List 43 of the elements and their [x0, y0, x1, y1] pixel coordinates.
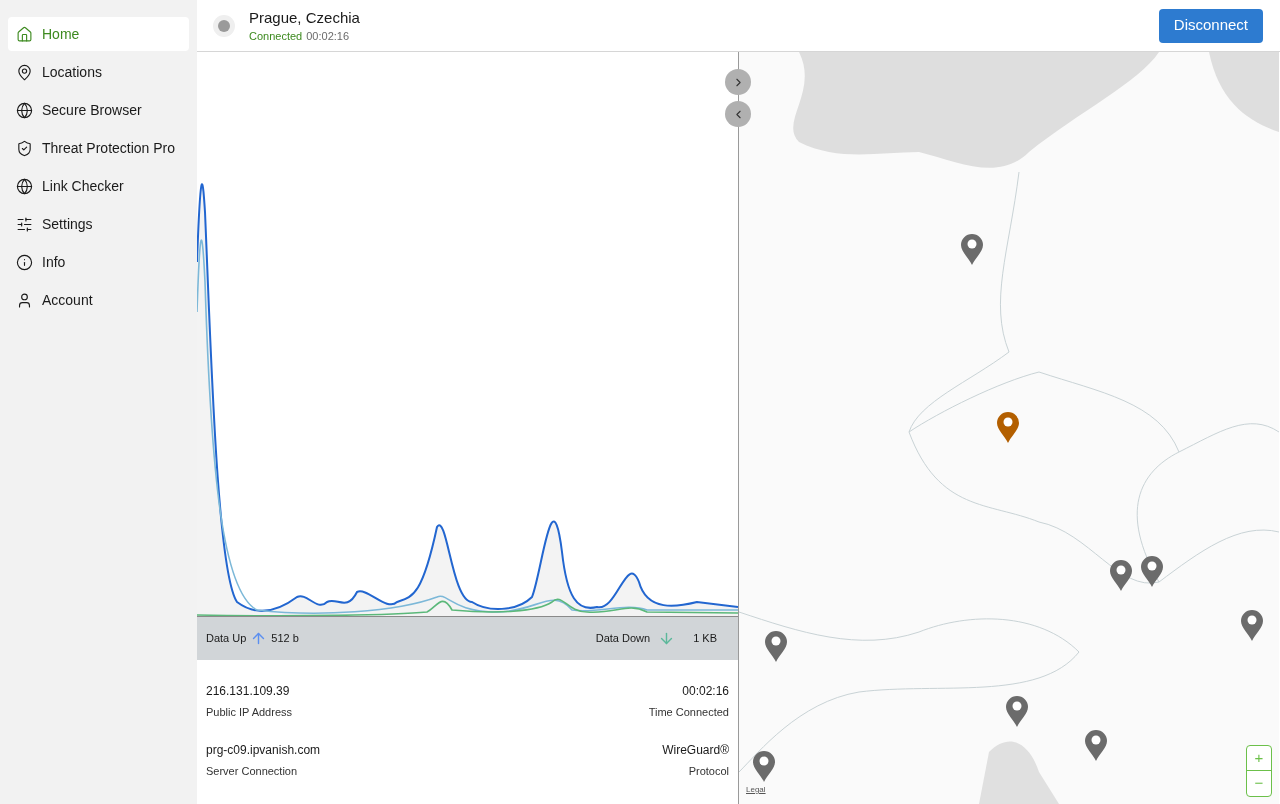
- sidebar-item[interactable]: Home: [8, 17, 189, 51]
- sidebar-item[interactable]: Info: [8, 245, 189, 279]
- globe-icon: [16, 101, 33, 119]
- detail-label: Public IP Address: [206, 705, 292, 719]
- detail-value: WireGuard®: [662, 743, 729, 758]
- map-pin-icon[interactable]: [752, 751, 776, 783]
- map-pin-icon[interactable]: [996, 412, 1020, 444]
- detail-value: prg-c09.ipvanish.com: [206, 743, 321, 758]
- sidebar-item[interactable]: Secure Browser: [8, 93, 189, 127]
- sidebar-item[interactable]: Account: [8, 283, 189, 317]
- map-pin-icon[interactable]: [1240, 610, 1264, 642]
- detail-value: 216.131.109.39: [206, 684, 290, 699]
- connection-time: 00:02:16: [306, 28, 350, 44]
- map-pin-icon[interactable]: [764, 631, 788, 663]
- location-title: Prague, Czechia: [249, 7, 360, 28]
- map-pin-icon[interactable]: [1084, 730, 1108, 762]
- map-pin-icon[interactable]: [1140, 556, 1164, 588]
- detail-label: Time Connected: [648, 705, 729, 719]
- map-pin-icon[interactable]: [1005, 696, 1029, 728]
- connection-status: Connected: [249, 28, 303, 44]
- data-down-value: 1 KB: [693, 631, 717, 647]
- info-icon: [16, 253, 33, 271]
- data-up-value: 512 b: [271, 631, 299, 647]
- shield-icon: [16, 139, 33, 157]
- expand-button[interactable]: [725, 69, 751, 95]
- sidebar-item[interactable]: Settings: [8, 207, 189, 241]
- sidebar-item[interactable]: Link Checker: [8, 169, 189, 203]
- map-pin-icon[interactable]: [960, 234, 984, 266]
- location-pin-icon: [16, 63, 33, 81]
- detail-label: Server Connection: [206, 764, 298, 778]
- sidebar-item[interactable]: Threat Protection Pro: [8, 131, 189, 165]
- detail-label: Protocol: [688, 764, 729, 778]
- data-down-label: Data Down: [595, 631, 651, 647]
- detail-value: 00:02:16: [682, 684, 729, 699]
- collapse-button[interactable]: [725, 101, 751, 127]
- data-up-label: Data Up: [206, 631, 247, 647]
- sliders-icon: [16, 215, 33, 233]
- home-icon: [16, 25, 33, 43]
- disconnect-button[interactable]: Disconnect: [1158, 8, 1263, 43]
- user-icon: [16, 291, 33, 309]
- legal-link[interactable]: Legal: [746, 784, 766, 796]
- map-pin-icon[interactable]: [1109, 560, 1133, 592]
- sidebar-item[interactable]: Locations: [8, 55, 189, 89]
